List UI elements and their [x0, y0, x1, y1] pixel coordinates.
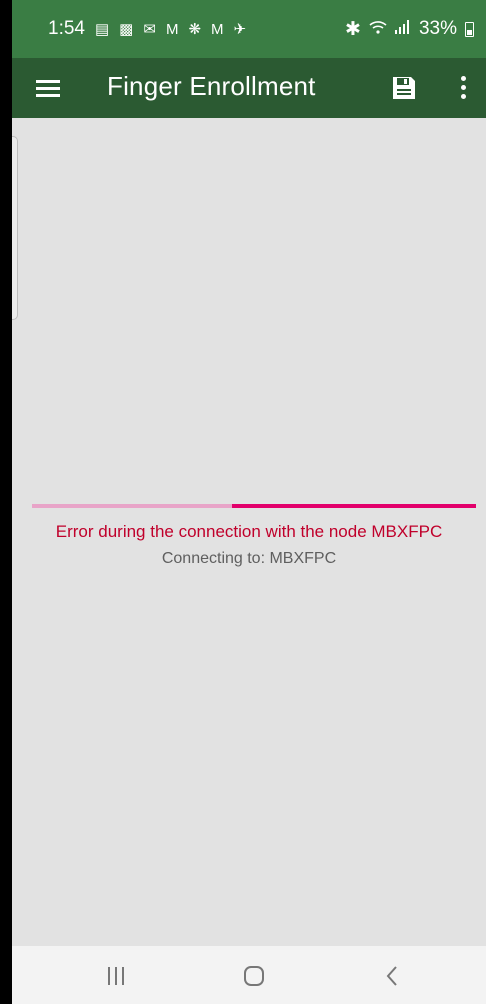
more-options-icon[interactable] — [461, 76, 467, 100]
bluetooth-icon: ✱ — [345, 18, 361, 40]
status-right: ✱ 33% — [345, 18, 474, 41]
app-bar: Finger Enrollment — [12, 58, 486, 118]
menu-icon[interactable] — [36, 80, 60, 97]
signal-icon — [394, 18, 411, 40]
progress-bar — [32, 504, 476, 508]
walmart-icon: ❋ — [188, 20, 202, 38]
status-left: 1:54 ▤ ▩ ✉ M ❋ M ✈ — [48, 18, 246, 40]
home-button[interactable] — [244, 966, 264, 986]
recents-button[interactable] — [108, 967, 128, 985]
error-message: Error during the connection with the nod… — [55, 522, 443, 541]
save-icon[interactable] — [390, 74, 418, 102]
wifi-icon — [369, 18, 387, 40]
navigation-bar — [12, 946, 486, 1004]
plane-icon: ✈ — [233, 20, 247, 38]
gmail-icon: M — [211, 20, 224, 38]
outlook-icon: ✉ — [143, 20, 156, 38]
status-bar: 1:54 ▤ ▩ ✉ M ❋ M ✈ ✱ 33% — [12, 0, 486, 58]
gmail-icon: M — [165, 20, 179, 38]
app-icon: ▩ — [119, 20, 134, 38]
phone-screen: 1:54 ▤ ▩ ✉ M ❋ M ✈ ✱ 33% Finger Enrollme… — [12, 0, 486, 1004]
drawer-handle[interactable] — [12, 136, 18, 320]
calendar-icon: ▤ — [94, 20, 110, 38]
back-button[interactable] — [385, 965, 399, 987]
page-title: Finger Enrollment — [107, 71, 316, 101]
progress-indicator — [232, 504, 476, 508]
battery-percent: 33% — [418, 18, 457, 39]
status-time: 1:54 — [48, 18, 85, 39]
connecting-message: Connecting to: MBXFPC — [161, 550, 337, 567]
battery-icon — [465, 21, 474, 37]
